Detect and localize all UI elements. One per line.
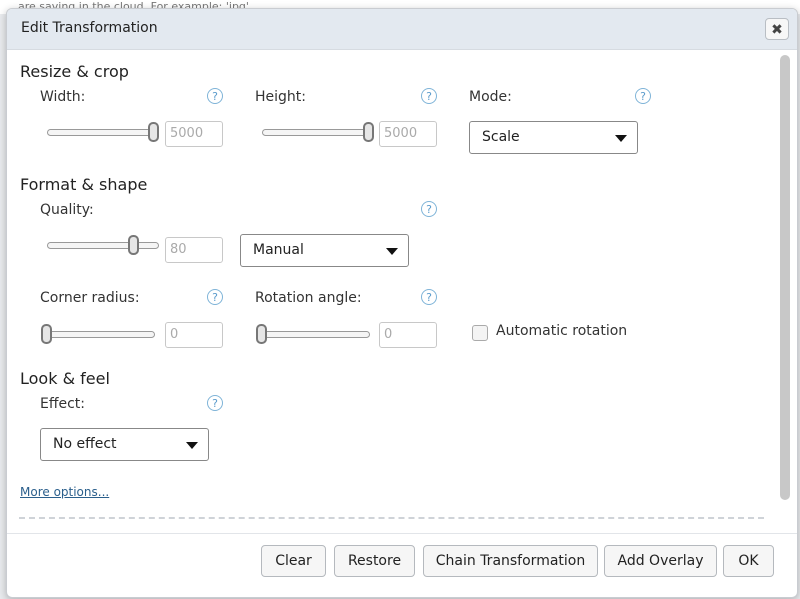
effect-help-icon[interactable]: ?: [207, 395, 223, 411]
section-title-resize: Resize & crop: [20, 62, 129, 81]
section-title-look: Look & feel: [20, 369, 110, 388]
restore-button[interactable]: Restore: [334, 545, 415, 577]
quality-help-icon[interactable]: ?: [421, 201, 437, 217]
effect-select[interactable]: No effect: [40, 428, 209, 461]
height-slider-track[interactable]: [262, 129, 374, 136]
edit-transformation-dialog: Edit Transformation ✖ Resize & crop Widt…: [6, 8, 798, 598]
mode-select-value: Scale: [482, 129, 520, 145]
width-input[interactable]: 5000: [165, 121, 223, 147]
chevron-down-icon: [386, 248, 398, 255]
height-label: Height:: [255, 89, 306, 105]
rotation-angle-slider-track[interactable]: [256, 331, 370, 338]
quality-mode-select[interactable]: Manual: [240, 234, 409, 267]
effect-label: Effect:: [40, 396, 86, 412]
height-input[interactable]: 5000: [379, 121, 437, 147]
quality-mode-value: Manual: [253, 242, 304, 258]
add-overlay-button[interactable]: Add Overlay: [604, 545, 717, 577]
mode-select[interactable]: Scale: [469, 121, 638, 154]
section-divider: [19, 517, 764, 519]
width-label: Width:: [40, 89, 86, 105]
quality-slider-track[interactable]: [47, 242, 159, 249]
close-icon: ✖: [771, 22, 783, 38]
chevron-down-icon: [615, 135, 627, 142]
width-help-icon[interactable]: ?: [207, 88, 223, 104]
more-options-link[interactable]: More options...: [20, 485, 109, 499]
clear-button[interactable]: Clear: [261, 545, 326, 577]
section-title-format: Format & shape: [20, 175, 148, 194]
dialog-titlebar: Edit Transformation ✖: [7, 9, 797, 50]
width-slider-track[interactable]: [47, 129, 159, 136]
effect-select-value: No effect: [53, 436, 117, 452]
automatic-rotation-label: Automatic rotation: [496, 323, 628, 339]
corner-radius-slider-track[interactable]: [41, 331, 155, 338]
automatic-rotation-checkbox[interactable]: [472, 325, 488, 341]
quality-input[interactable]: 80: [165, 237, 223, 263]
height-help-icon[interactable]: ?: [421, 88, 437, 104]
chain-transformation-button[interactable]: Chain Transformation: [423, 545, 598, 577]
rotation-angle-input[interactable]: 0: [379, 322, 437, 348]
rotation-angle-help-icon[interactable]: ?: [421, 289, 437, 305]
vertical-scrollbar[interactable]: [780, 55, 790, 500]
close-button[interactable]: ✖: [765, 18, 789, 40]
rotation-angle-label: Rotation angle:: [255, 290, 362, 306]
height-slider-handle[interactable]: [363, 122, 374, 142]
chevron-down-icon: [186, 442, 198, 449]
ok-button[interactable]: OK: [723, 545, 774, 577]
corner-radius-help-icon[interactable]: ?: [207, 289, 223, 305]
dialog-title: Edit Transformation: [21, 20, 158, 36]
corner-radius-input[interactable]: 0: [165, 322, 223, 348]
rotation-angle-slider-handle[interactable]: [256, 324, 267, 344]
quality-slider-handle[interactable]: [127, 235, 139, 255]
width-slider-handle[interactable]: [148, 122, 159, 142]
quality-label: Quality:: [40, 202, 94, 218]
mode-help-icon[interactable]: ?: [635, 88, 651, 104]
mode-label: Mode:: [469, 89, 512, 105]
corner-radius-label: Corner radius:: [40, 290, 140, 306]
corner-radius-slider-handle[interactable]: [41, 324, 52, 344]
